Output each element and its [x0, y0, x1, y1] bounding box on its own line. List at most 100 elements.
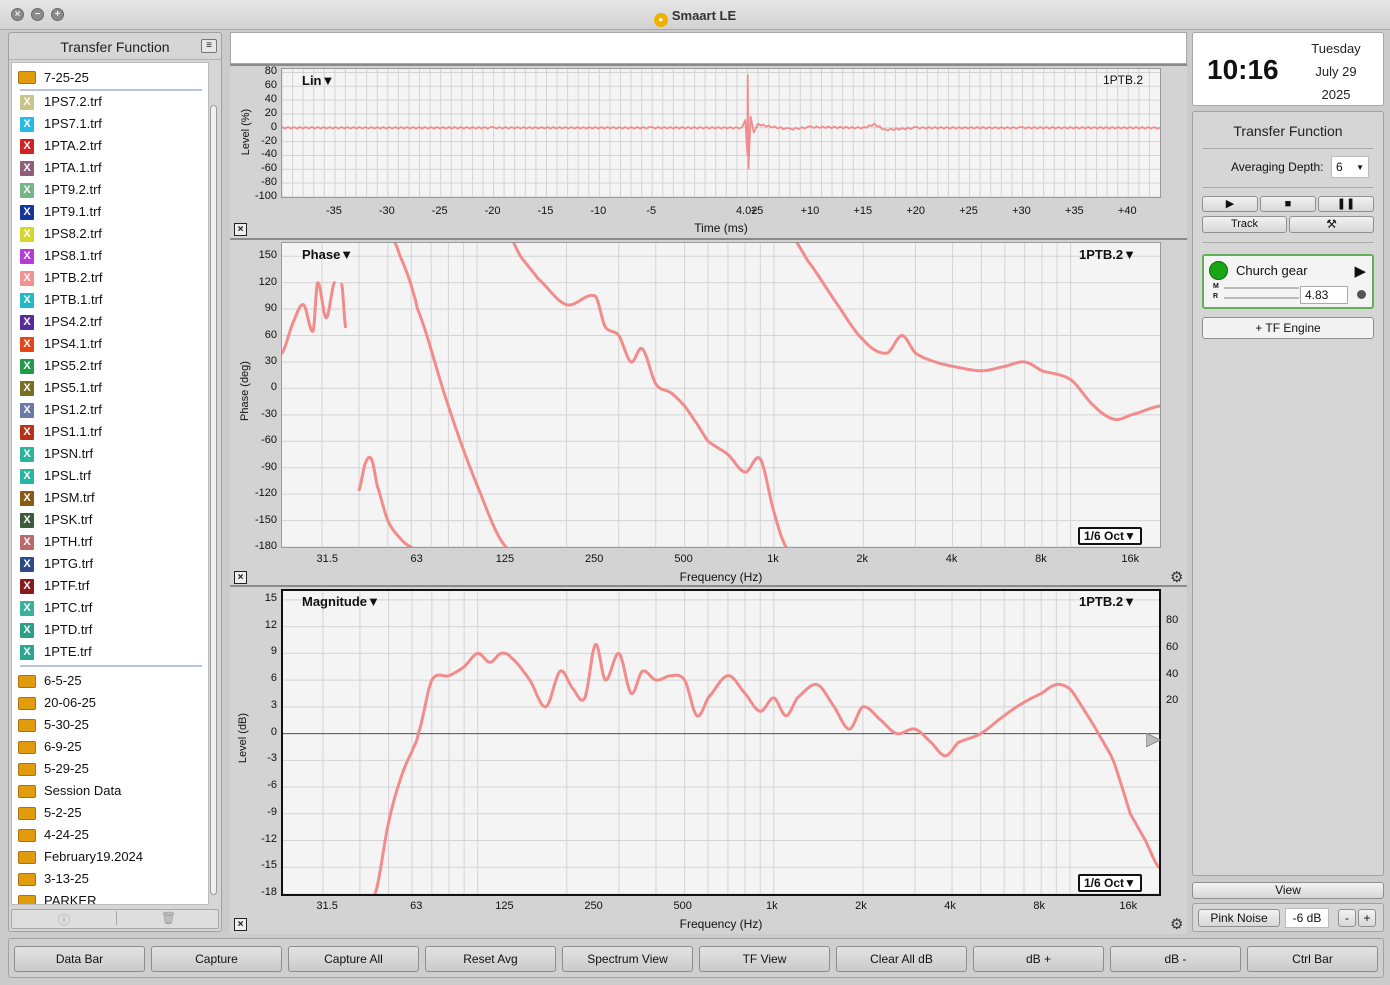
file-item[interactable]: X 1PSN.trf [12, 443, 208, 465]
bottom-button-spectrum-view[interactable]: Spectrum View [562, 946, 693, 972]
add-tf-engine-button[interactable]: + TF Engine [1202, 317, 1374, 339]
file-name: 1PTA.1.trf [44, 160, 102, 175]
phase-smoothing-button[interactable]: 1/6 Oct▼ [1078, 527, 1142, 545]
file-item[interactable]: X 1PS7.2.trf [12, 91, 208, 113]
folder-name: 3-13-25 [44, 871, 89, 886]
trash-icon[interactable]: 🗑 [116, 911, 220, 925]
close-magnitude-icon[interactable]: × [234, 918, 247, 931]
file-item[interactable]: X 1PT9.1.trf [12, 201, 208, 223]
file-item[interactable]: X 1PS5.1.trf [12, 377, 208, 399]
bottom-button-capture-all[interactable]: Capture All [288, 946, 419, 972]
folder-item[interactable]: 5-30-25 [12, 714, 208, 736]
file-item[interactable]: X 1PS8.1.trf [12, 245, 208, 267]
phase-x-tick: 1k [767, 553, 779, 565]
file-item[interactable]: X 1PS5.2.trf [12, 355, 208, 377]
folder-item[interactable]: 5-2-25 [12, 802, 208, 824]
bottom-button-clear-all-db[interactable]: Clear All dB [836, 946, 967, 972]
engine-status-light[interactable] [1209, 261, 1228, 280]
tools-button[interactable]: ⚒ [1289, 216, 1374, 233]
magnitude-settings-gear-icon[interactable]: ⚙ [1170, 917, 1183, 932]
magnitude-trace-selector[interactable]: 1PTB.2▼ [1079, 594, 1136, 609]
scrollbar-thumb[interactable] [210, 105, 217, 895]
file-item[interactable]: X 1PS8.2.trf [12, 223, 208, 245]
clock-time: 10:16 [1207, 54, 1279, 85]
file-item[interactable]: X 1PSM.trf [12, 487, 208, 509]
magnitude-x-tick: 31.5 [316, 900, 338, 912]
file-item[interactable]: X 1PS4.2.trf [12, 311, 208, 333]
file-item[interactable]: X 1PT9.2.trf [12, 179, 208, 201]
folder-item[interactable]: 3-13-25 [12, 868, 208, 890]
phase-x-tick: 31.5 [316, 553, 338, 565]
file-item[interactable]: X 1PS4.1.trf [12, 333, 208, 355]
close-impulse-icon[interactable]: × [234, 223, 247, 236]
view-button[interactable]: View [1192, 882, 1384, 899]
file-item[interactable]: X 1PTF.trf [12, 575, 208, 597]
magnitude-plot-name[interactable]: Magnitude▼ [302, 594, 380, 609]
phase-trace-selector[interactable]: 1PTB.2▼ [1079, 247, 1136, 262]
browser-menu-icon[interactable]: ≡ [201, 39, 217, 53]
folder-item[interactable]: Session Data [12, 780, 208, 802]
folder-item[interactable]: 5-29-25 [12, 758, 208, 780]
file-item[interactable]: X 1PS1.2.trf [12, 399, 208, 421]
magnitude-x-tick: 4k [944, 900, 956, 912]
zero-reference-marker-icon[interactable] [1146, 733, 1162, 747]
tf-file-icon: X [20, 359, 34, 374]
file-item[interactable]: X 1PTE.trf [12, 641, 208, 663]
file-item[interactable]: X 1PTB.1.trf [12, 289, 208, 311]
file-item[interactable]: X 1PSK.trf [12, 509, 208, 531]
pink-noise-button[interactable]: Pink Noise [1198, 909, 1280, 927]
folder-item[interactable]: 4-24-25 [12, 824, 208, 846]
play-button[interactable]: ▶ [1202, 196, 1258, 212]
folder-item[interactable]: 6-5-25 [12, 670, 208, 692]
phase-plot[interactable] [281, 242, 1161, 548]
pink-noise-up-button[interactable]: + [1358, 909, 1376, 927]
folder-item[interactable]: 6-9-25 [12, 736, 208, 758]
phase-y-tick: 150 [258, 249, 277, 262]
track-button[interactable]: Track [1202, 216, 1287, 233]
file-item[interactable]: X 1PTH.trf [12, 531, 208, 553]
file-item[interactable]: X 1PTB.2.trf [12, 267, 208, 289]
phase-y-tick: -180 [254, 540, 277, 552]
bottom-button-reset-avg[interactable]: Reset Avg [425, 946, 556, 972]
phase-plot-name[interactable]: Phase▼ [302, 247, 353, 262]
pause-button[interactable]: ❚❚ [1318, 196, 1374, 212]
file-item[interactable]: X 1PTA.1.trf [12, 157, 208, 179]
impulse-plot-name[interactable]: Lin▼ [302, 73, 334, 88]
file-item[interactable]: X 1PTG.trf [12, 553, 208, 575]
pink-noise-down-button[interactable]: - [1338, 909, 1356, 927]
play-icon: ▶ [1225, 198, 1235, 210]
play-arrow-icon[interactable]: ▶ [1354, 262, 1366, 280]
folder-item[interactable]: February19.2024 [12, 846, 208, 868]
impulse-x-tick: +20 [906, 205, 926, 217]
bottom-button-ctrl-bar[interactable]: Ctrl Bar [1247, 946, 1378, 972]
bottom-button-db[interactable]: dB - [1110, 946, 1241, 972]
magnitude-plot[interactable] [281, 589, 1161, 896]
close-phase-icon[interactable]: × [234, 571, 247, 584]
file-list-scrollbar[interactable] [209, 91, 219, 901]
file-item[interactable]: X 1PS7.1.trf [12, 113, 208, 135]
tf-file-icon: X [20, 513, 34, 528]
info-icon[interactable]: ⓘ [12, 911, 116, 928]
impulse-plot[interactable] [281, 68, 1161, 198]
file-item[interactable]: X 1PS1.1.trf [12, 421, 208, 443]
magnitude-smoothing-button[interactable]: 1/6 Oct▼ [1078, 874, 1142, 892]
file-item[interactable]: X 1PTD.trf [12, 619, 208, 641]
bottom-button-db[interactable]: dB + [973, 946, 1104, 972]
tf-engine-card[interactable]: Church gear ▶ M R 4.83 [1202, 254, 1374, 309]
file-item[interactable]: X 1PTC.trf [12, 597, 208, 619]
folder-item[interactable]: PARKER [12, 890, 208, 904]
folder-item[interactable]: 20-06-25 [12, 692, 208, 714]
delay-track-dot-icon[interactable] [1357, 290, 1366, 299]
current-folder-row[interactable]: 7-25-25 [12, 67, 208, 89]
stop-button[interactable]: ■ [1260, 196, 1316, 212]
file-item[interactable]: X 1PSL.trf [12, 465, 208, 487]
bottom-button-tf-view[interactable]: TF View [699, 946, 830, 972]
delay-field[interactable]: 4.83 [1300, 286, 1348, 304]
bottom-button-capture[interactable]: Capture [151, 946, 282, 972]
phase-settings-gear-icon[interactable]: ⚙ [1170, 570, 1183, 585]
tf-file-icon: X [20, 161, 34, 176]
magnitude-x-tick: 1k [765, 900, 778, 912]
file-item[interactable]: X 1PTA.2.trf [12, 135, 208, 157]
averaging-depth-select[interactable]: 6 ▼ [1331, 156, 1369, 178]
bottom-button-data-bar[interactable]: Data Bar [14, 946, 145, 972]
